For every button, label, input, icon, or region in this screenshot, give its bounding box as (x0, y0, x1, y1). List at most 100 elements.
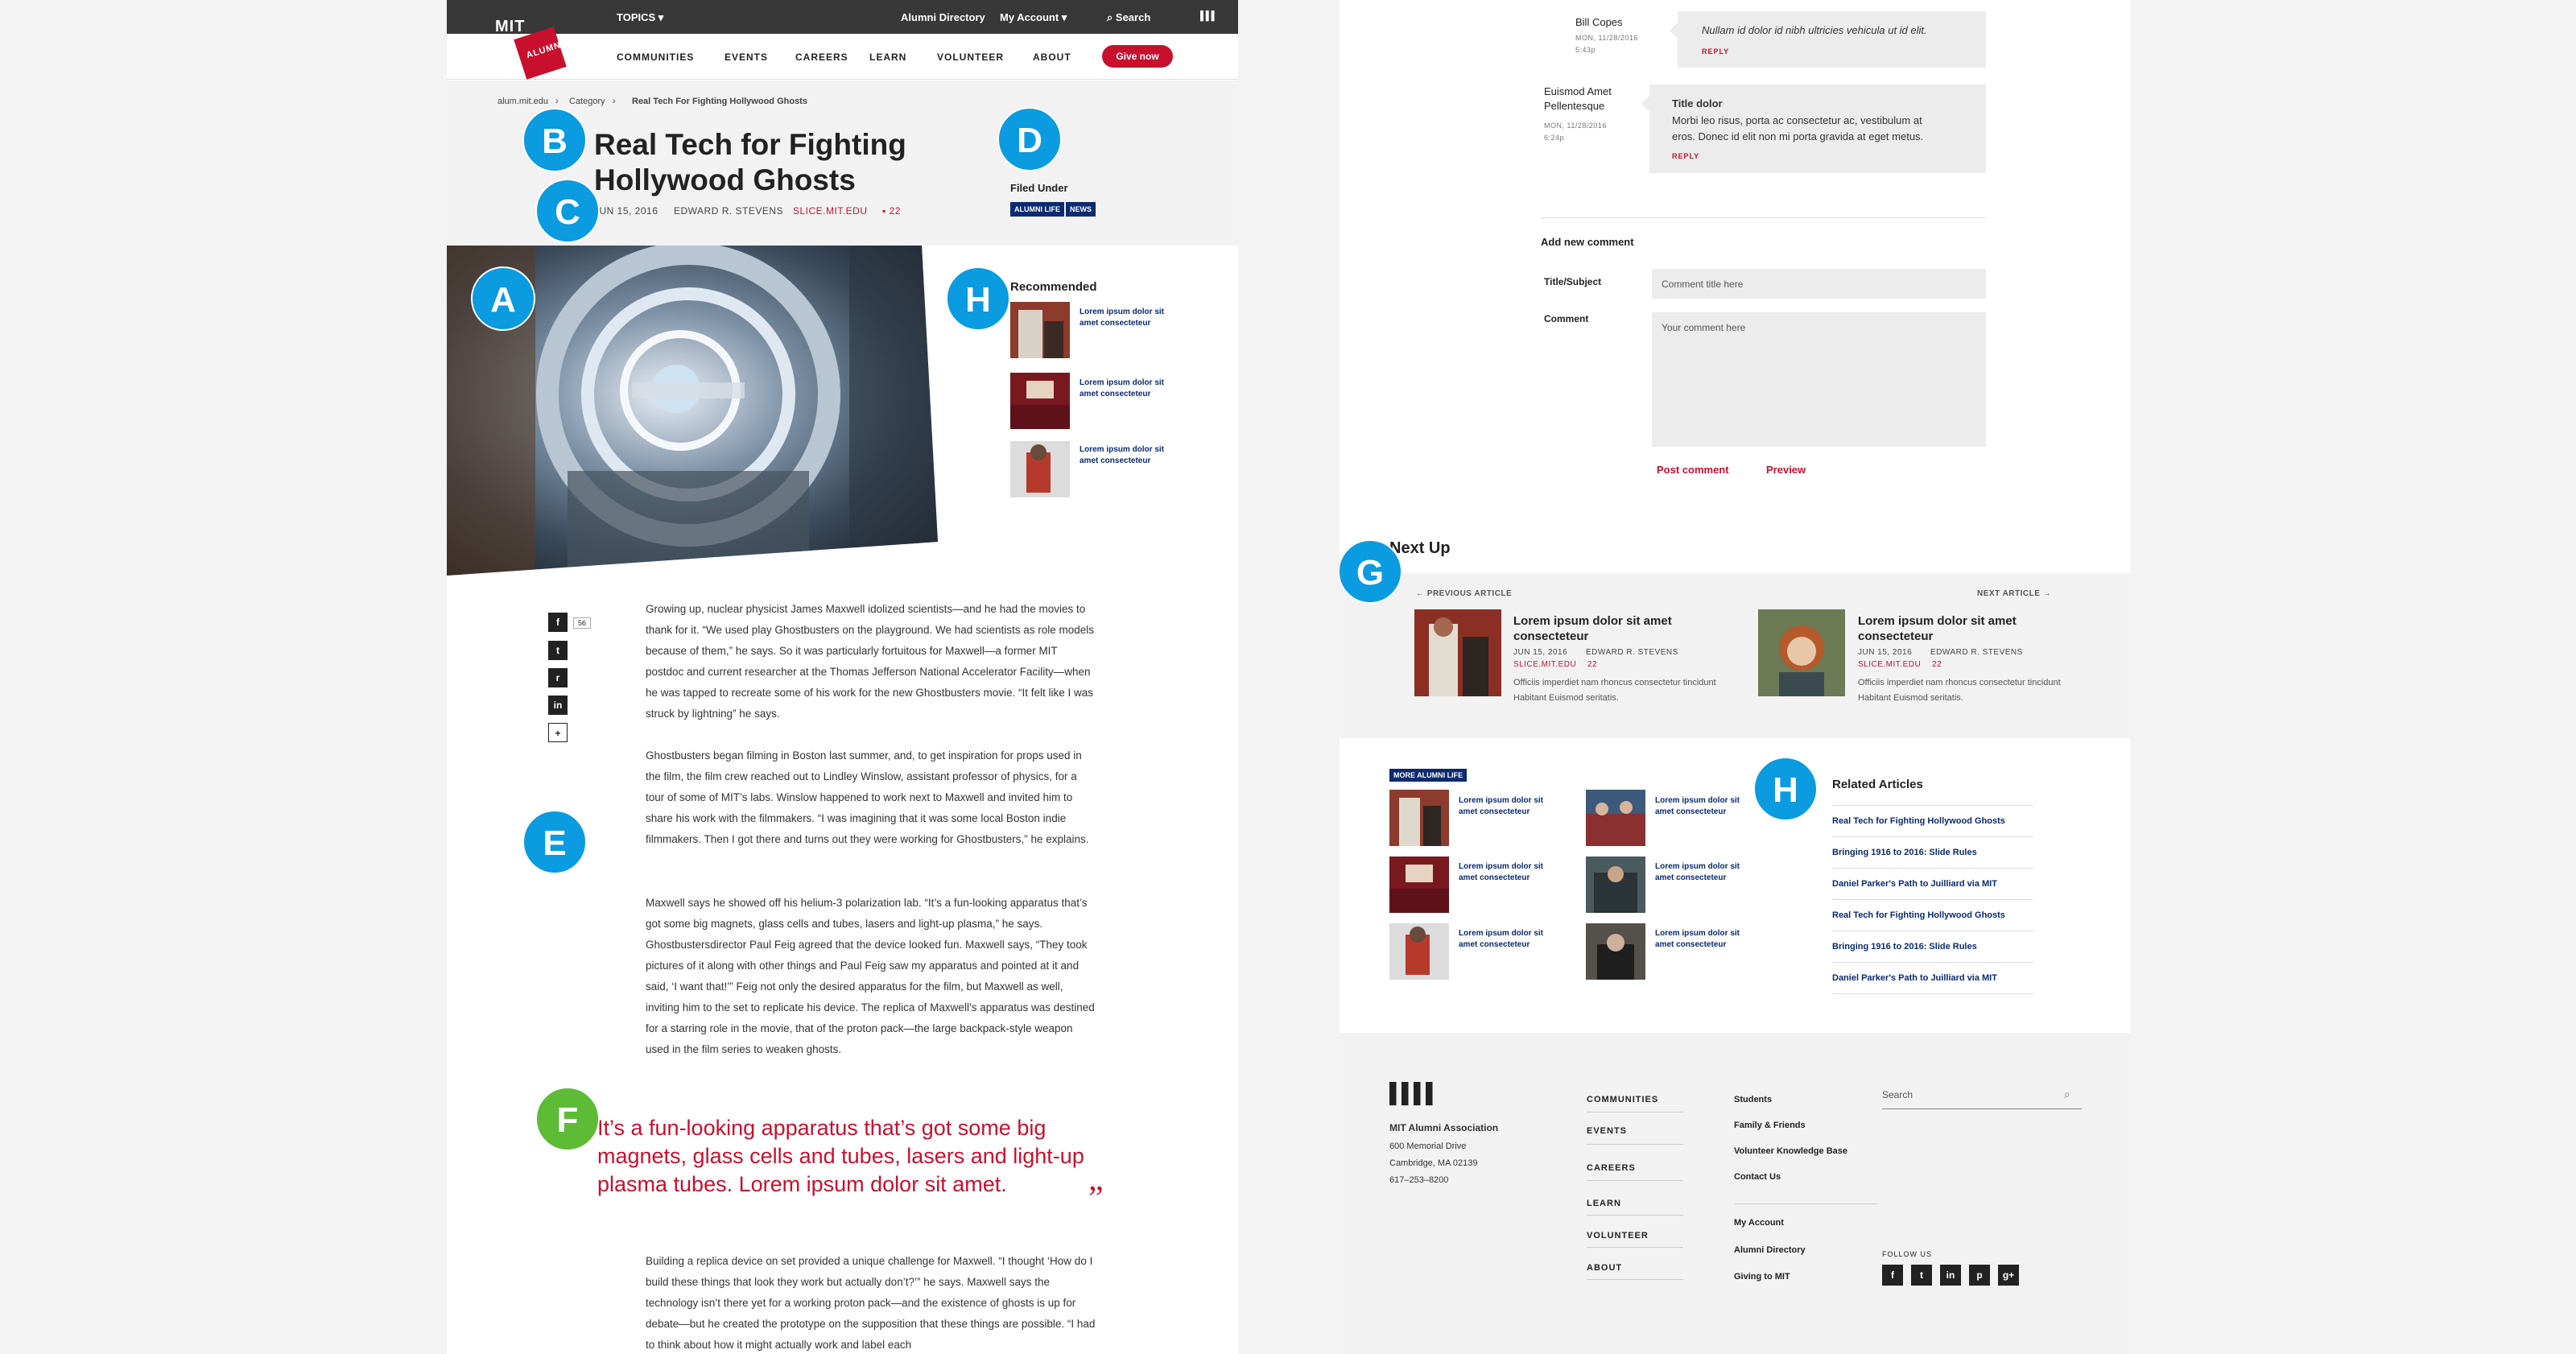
nav-careers[interactable]: CAREERS (795, 52, 848, 63)
mit-icon[interactable]: ▌▌▌ (1200, 11, 1217, 21)
more-alumni-link[interactable]: Lorem ipsum dolor sit amet consecteteur (1459, 795, 1547, 818)
next-up-title[interactable]: Lorem ipsum dolor sit amet consecteteur (1513, 613, 1731, 644)
related-article-link[interactable]: Bringing 1916 to 2016: Slide Rules (1832, 932, 2033, 963)
mit-alumni-logo[interactable]: MIT ALUMNI (495, 8, 567, 80)
footer-link[interactable]: Contact Us (1734, 1172, 1781, 1182)
next-up-title[interactable]: Lorem ipsum dolor sit amet consecteteur (1858, 613, 2075, 644)
more-alumni-link[interactable]: Lorem ipsum dolor sit amet consecteteur (1655, 795, 1744, 818)
footer-link[interactable]: Students (1734, 1095, 1772, 1104)
footer-link[interactable]: EVENTS (1587, 1126, 1627, 1136)
facebook-icon[interactable]: f (548, 613, 568, 632)
more-alumni-link[interactable]: Lorem ipsum dolor sit amet consecteteur (1655, 861, 1744, 884)
footer-search-input[interactable]: Search (1882, 1089, 1913, 1100)
tag-alumni-life[interactable]: ALUMNI LIFE (1010, 202, 1064, 217)
preview-button[interactable]: Preview (1766, 464, 1806, 476)
pinterest-icon[interactable]: p (1969, 1265, 1990, 1286)
footer-link[interactable]: ABOUT (1587, 1263, 1622, 1273)
next-article-link[interactable]: NEXT ARTICLE → (1977, 589, 2051, 598)
next-up-thumb[interactable] (1414, 609, 1501, 696)
my-account-menu[interactable]: My Account ▾ (1000, 11, 1067, 24)
recommended-link[interactable]: Lorem ipsum dolor sit amet consecteteur (1080, 307, 1168, 329)
search-icon[interactable]: ⌕ (2064, 1088, 2070, 1101)
nav-about[interactable]: ABOUT (1033, 52, 1071, 63)
topics-menu[interactable]: TOPICS ▾ (617, 11, 663, 24)
post-comment-button[interactable]: Post comment (1657, 464, 1729, 476)
reply-link[interactable]: REPLY (1702, 47, 1729, 56)
filed-under-label: Filed Under (1010, 182, 1068, 194)
next-up-author[interactable]: EDWARD R. STEVENS (1930, 648, 2023, 657)
google-plus-icon[interactable]: g+ (1998, 1265, 2019, 1286)
footer-link[interactable]: VOLUNTEER (1587, 1231, 1649, 1240)
divider (1832, 805, 2033, 806)
twitter-icon[interactable]: t (548, 641, 568, 660)
next-up-date: JUN 15, 2016 (1858, 648, 1913, 657)
recommended-heading: Recommended (1010, 280, 1097, 294)
footer-link[interactable]: CAREERS (1587, 1163, 1636, 1173)
more-alumni-thumb[interactable] (1586, 923, 1645, 980)
linkedin-icon[interactable]: in (1940, 1265, 1961, 1286)
related-article-link[interactable]: Real Tech for Fighting Hollywood Ghosts (1832, 807, 2033, 837)
mit-logo[interactable]: ▌▌▌▌ (1389, 1083, 1439, 1105)
search-link[interactable]: ⌕ Search (1107, 11, 1150, 24)
article-author[interactable]: EDWARD R. STEVENS (674, 205, 783, 217)
related-article-link[interactable]: Daniel Parker's Path to Juilliard via MI… (1832, 869, 2033, 900)
previous-article-link[interactable]: ← PREVIOUS ARTICLE (1416, 589, 1512, 598)
give-now-button[interactable]: Give now (1102, 45, 1173, 68)
footer-link[interactable]: LEARN (1587, 1199, 1621, 1208)
footer-link[interactable]: My Account (1734, 1218, 1784, 1228)
article-date: JUN 15, 2016 (594, 205, 658, 217)
breadcrumb-category[interactable]: Category (569, 97, 605, 106)
recommended-thumb[interactable] (1010, 302, 1070, 358)
article-page-continued: Bill Copes MON, 11/28/2016 5:43p Nullam … (1340, 0, 2130, 1354)
comment-title-input[interactable]: Comment title here (1652, 269, 1986, 299)
recommended-thumb[interactable] (1010, 441, 1070, 497)
related-article-link[interactable]: Bringing 1916 to 2016: Slide Rules (1832, 838, 2033, 869)
next-up-source[interactable]: SLICE.MIT.EDU (1858, 660, 1921, 669)
annotation-badge-h: H (1753, 757, 1818, 821)
nav-volunteer[interactable]: VOLUNTEER (937, 52, 1004, 63)
recommended-link[interactable]: Lorem ipsum dolor sit amet consecteteur (1080, 444, 1168, 467)
more-alumni-thumb[interactable] (1389, 790, 1449, 846)
next-up-source[interactable]: SLICE.MIT.EDU (1513, 660, 1576, 669)
more-alumni-thumb[interactable] (1389, 923, 1449, 980)
breadcrumb-home[interactable]: alum.mit.edu (497, 97, 548, 106)
article-paragraph: Ghostbusters began filming in Boston las… (646, 749, 1089, 845)
comment-textarea[interactable]: Your comment here (1652, 312, 1986, 447)
comment-date: MON, 11/28/2016 (1575, 34, 1638, 42)
alumni-directory-link[interactable]: Alumni Directory (901, 11, 985, 23)
nav-events[interactable]: EVENTS (724, 52, 768, 63)
related-article-link[interactable]: Real Tech for Fighting Hollywood Ghosts (1832, 901, 2033, 931)
more-alumni-link[interactable]: Lorem ipsum dolor sit amet consecteteur (1459, 861, 1547, 884)
more-alumni-thumb[interactable] (1389, 857, 1449, 913)
next-up-comments[interactable]: 22 (1587, 660, 1597, 669)
reply-link[interactable]: REPLY (1672, 152, 1699, 160)
linkedin-icon[interactable]: in (548, 696, 568, 715)
article-page: TOPICS ▾ Alumni Directory My Account ▾ ⌕… (447, 0, 1238, 1354)
twitter-icon[interactable]: t (1911, 1265, 1932, 1286)
footer-link[interactable]: Family & Friends (1734, 1121, 1806, 1130)
footer-link[interactable]: Volunteer Knowledge Base (1734, 1146, 1847, 1156)
more-alumni-link[interactable]: Lorem ipsum dolor sit amet consecteteur (1459, 928, 1547, 951)
reddit-icon[interactable]: r (548, 668, 568, 687)
next-up-description: Officiis imperdiet nam rhoncus consectet… (1513, 678, 1716, 703)
footer-link[interactable]: Alumni Directory (1734, 1245, 1806, 1255)
footer-link[interactable]: Giving to MIT (1734, 1272, 1790, 1282)
more-alumni-link[interactable]: Lorem ipsum dolor sit amet consecteteur (1655, 928, 1744, 951)
comment-count[interactable]: ▪ 22 (882, 205, 901, 217)
facebook-icon[interactable]: f (1882, 1265, 1903, 1286)
more-alumni-thumb[interactable] (1586, 790, 1645, 846)
nav-learn[interactable]: LEARN (869, 52, 906, 63)
article-source[interactable]: SLICE.MIT.EDU (793, 205, 868, 217)
more-share-icon[interactable]: + (548, 723, 568, 742)
more-alumni-thumb[interactable] (1586, 857, 1645, 913)
next-up-comments[interactable]: 22 (1932, 660, 1942, 669)
nav-communities[interactable]: COMMUNITIES (617, 52, 694, 63)
footer-link[interactable]: COMMUNITIES (1587, 1095, 1658, 1104)
recommended-thumb[interactable] (1010, 373, 1070, 429)
next-up-thumb[interactable] (1758, 609, 1845, 696)
related-article-link[interactable]: Daniel Parker's Path to Juilliard via MI… (1832, 964, 2033, 994)
tag-news[interactable]: NEWS (1066, 202, 1096, 217)
next-up-author[interactable]: EDWARD R. STEVENS (1586, 648, 1678, 657)
recommended-link[interactable]: Lorem ipsum dolor sit amet consecteteur (1080, 378, 1168, 400)
follow-us-label: FOLLOW US (1882, 1250, 1933, 1258)
